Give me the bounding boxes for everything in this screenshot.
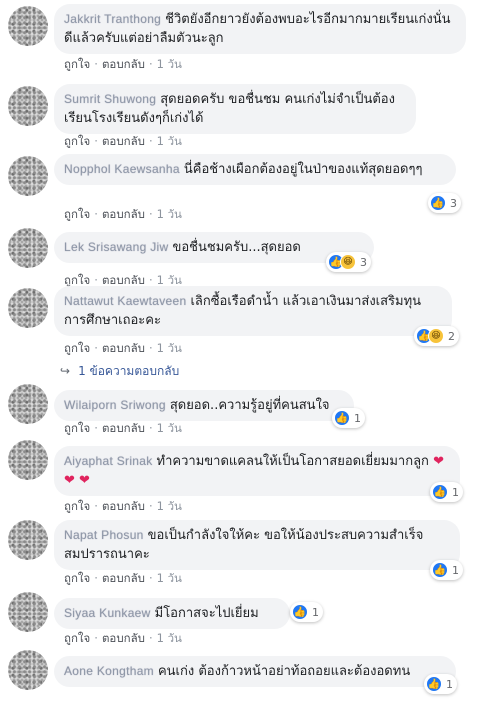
comment-text: สุดยอด..ความรู้อยู่ที่คนสนใจ: [169, 398, 330, 413]
like-link[interactable]: ถูกใจ: [64, 341, 90, 355]
like-link[interactable]: ถูกใจ: [64, 421, 90, 435]
comment-text: ทำความขาดแคลนให้เป็นโอกาสยอดเยี่ยมมากลูก: [156, 454, 429, 469]
comment-author[interactable]: Nopphol Kaewsanha: [64, 162, 180, 176]
comment-author[interactable]: Aiyaphat Srinak: [64, 454, 153, 468]
comment-author[interactable]: Sumrit Shuwong: [64, 92, 156, 106]
reaction-summary[interactable]: 👍 😆 3: [326, 252, 371, 272]
haha-reaction-icon: 😆: [340, 254, 356, 270]
reaction-summary[interactable]: 👍 3: [428, 193, 461, 213]
reaction-count: 1: [312, 605, 319, 619]
timestamp[interactable]: 1 วัน: [157, 57, 182, 71]
like-link[interactable]: ถูกใจ: [64, 207, 90, 221]
reaction-count: 1: [452, 485, 459, 499]
reply-link[interactable]: ตอบกลับ: [102, 571, 145, 585]
like-reaction-icon: 👍: [430, 195, 446, 211]
comment-bubble: Jakkrit Tranthong ชีวิตยังอีกยาวยังต้องพบ…: [54, 4, 466, 54]
avatar[interactable]: [8, 288, 48, 328]
comment-bubble: Sumrit Shuwong สุดยอดครับ ขอชื่นชม คนเก่ง…: [54, 84, 416, 134]
avatar[interactable]: [8, 592, 48, 632]
comment-actions: ถูกใจ · ตอบกลับ · 1 วัน: [64, 207, 182, 221]
comment-author[interactable]: Aone Kongtham: [64, 664, 154, 678]
reply-link[interactable]: ตอบกลับ: [102, 499, 145, 513]
reaction-summary[interactable]: 👍 1: [424, 674, 457, 694]
reaction-summary[interactable]: 👍 1: [332, 408, 365, 428]
reaction-count: 2: [448, 329, 455, 343]
reply-link[interactable]: ตอบกลับ: [102, 341, 145, 355]
reaction-count: 3: [450, 196, 457, 210]
comment-author[interactable]: Napat Phosun: [64, 528, 144, 542]
reaction-count: 1: [354, 411, 361, 425]
like-link[interactable]: ถูกใจ: [64, 499, 90, 513]
comment-author[interactable]: Lek Srisawang Jiw: [64, 240, 168, 254]
comment-bubble: Wilaiporn Sriwong สุดยอด..ความรู้อยู่ที่ค…: [54, 390, 354, 421]
comment-text: คนเก่ง ต้องก้าวหน้าอย่าท้อถอยและต้องอดทน: [157, 664, 411, 679]
avatar[interactable]: [8, 520, 48, 560]
timestamp[interactable]: 1 วัน: [157, 571, 182, 585]
reply-link[interactable]: ตอบกลับ: [102, 134, 145, 148]
timestamp[interactable]: 1 วัน: [157, 341, 182, 355]
reaction-count: 3: [360, 255, 367, 269]
comment-bubble: Napat Phosun ขอเป็นกำลังใจให้คะ ขอให้น้อง…: [54, 520, 460, 570]
like-link[interactable]: ถูกใจ: [64, 631, 90, 645]
timestamp[interactable]: 1 วัน: [157, 499, 182, 513]
like-link[interactable]: ถูกใจ: [64, 57, 90, 71]
comment-author[interactable]: Jakkrit Tranthong: [64, 12, 161, 26]
comment-actions: ถูกใจ · ตอบกลับ · 1 วัน: [64, 134, 182, 148]
comment-author[interactable]: Nattawut Kaewtaveen: [64, 294, 186, 308]
comment-bubble: Nattawut Kaewtaveen เลิกซื้อเรือดำน้ำ แล้…: [54, 286, 452, 336]
comment-text: นี่คือช้างเผือกต้องอยู่ในป่าของแท้สุดยอด…: [183, 162, 423, 177]
comment-author[interactable]: Siyaa Kunkaew: [64, 606, 151, 620]
view-replies-link[interactable]: ↪ 1 ข้อความตอบกลับ: [60, 362, 179, 381]
comment-author[interactable]: Wilaiporn Sriwong: [64, 398, 166, 412]
like-reaction-icon: 👍: [432, 562, 448, 578]
like-reaction-icon: 👍: [426, 676, 442, 692]
reaction-summary[interactable]: 👍 1: [430, 482, 463, 502]
timestamp[interactable]: 1 วัน: [157, 207, 182, 221]
avatar[interactable]: [8, 384, 48, 424]
comment-bubble: Siyaa Kunkaew มีโอกาสจะไปเยี่ยม: [54, 598, 290, 629]
like-link[interactable]: ถูกใจ: [64, 571, 90, 585]
avatar[interactable]: [8, 650, 48, 690]
comment-text: ขอชื่นชมครับ...สุดยอด: [172, 240, 301, 255]
avatar[interactable]: [8, 6, 48, 46]
avatar[interactable]: [8, 86, 48, 126]
replies-count-label: 1 ข้อความตอบกลับ: [78, 364, 180, 378]
comment-actions: ถูกใจ · ตอบกลับ · 1 วัน: [64, 571, 182, 585]
reply-link[interactable]: ตอบกลับ: [102, 421, 145, 435]
avatar[interactable]: [8, 156, 48, 196]
reaction-count: 1: [452, 563, 459, 577]
comment-actions: ถูกใจ · ตอบกลับ · 1 วัน: [64, 421, 182, 435]
haha-reaction-icon: 😆: [428, 328, 444, 344]
comment-actions: ถูกใจ · ตอบกลับ · 1 วัน: [64, 57, 182, 71]
reaction-summary[interactable]: 👍 😆 2: [414, 326, 459, 346]
timestamp[interactable]: 1 วัน: [157, 134, 182, 148]
comment-bubble: Aone Kongtham คนเก่ง ต้องก้าวหน้าอย่าท้อถ…: [54, 656, 456, 687]
reply-arrow-icon: ↪: [60, 364, 71, 378]
like-reaction-icon: 👍: [432, 484, 448, 500]
comment-actions: ถูกใจ · ตอบกลับ · 1 วัน: [64, 341, 182, 355]
timestamp[interactable]: 1 วัน: [157, 631, 182, 645]
reaction-summary[interactable]: 👍 1: [290, 602, 323, 622]
reply-link[interactable]: ตอบกลับ: [102, 207, 145, 221]
reply-link[interactable]: ตอบกลับ: [102, 57, 145, 71]
like-reaction-icon: 👍: [334, 410, 350, 426]
like-link[interactable]: ถูกใจ: [64, 134, 90, 148]
comment-bubble: Nopphol Kaewsanha นี่คือช้างเผือกต้องอยู่…: [54, 154, 456, 185]
reply-link[interactable]: ตอบกลับ: [102, 273, 145, 287]
comment-text: มีโอกาสจะไปเยี่ยม: [154, 606, 259, 621]
comment-actions: ถูกใจ · ตอบกลับ · 1 วัน: [64, 499, 182, 513]
like-link[interactable]: ถูกใจ: [64, 273, 90, 287]
like-reaction-icon: 👍: [292, 604, 308, 620]
reply-link[interactable]: ตอบกลับ: [102, 631, 145, 645]
timestamp[interactable]: 1 วัน: [157, 421, 182, 435]
avatar[interactable]: [8, 440, 48, 480]
comment-bubble: Aiyaphat Srinak ทำความขาดแคลนให้เป็นโอกาส…: [54, 446, 460, 496]
reaction-count: 1: [446, 677, 453, 691]
reaction-summary[interactable]: 👍 1: [430, 560, 463, 580]
timestamp[interactable]: 1 วัน: [157, 273, 182, 287]
avatar[interactable]: [8, 228, 48, 268]
comment-actions: ถูกใจ · ตอบกลับ · 1 วัน: [64, 631, 182, 645]
